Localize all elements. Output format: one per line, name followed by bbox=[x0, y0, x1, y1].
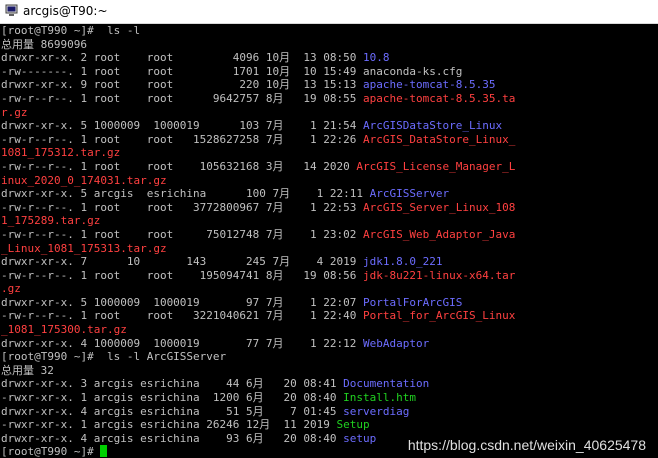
terminal-text-segment: drwxr-xr-x. 4 arcgis esrichina 51 5月 7 0… bbox=[1, 404, 344, 418]
terminal-text-segment: Documentation bbox=[343, 377, 430, 391]
terminal-text-segment: ArcGIS_Web_Adaptor_Java bbox=[363, 227, 516, 241]
terminal-text-segment: _Linux_1081_175313.tar.gz bbox=[1, 241, 167, 255]
terminal-text-segment: setup bbox=[343, 431, 377, 445]
terminal-text-segment: -rw-r--r--. 1 root root 105632168 3月 14 … bbox=[1, 159, 357, 173]
terminal-line: 1_175289.tar.gz bbox=[1, 214, 515, 228]
terminal-text-segment: inux_2020_0_174031.tar.gz bbox=[1, 173, 167, 187]
terminal-text-segment: .gz bbox=[1, 282, 21, 296]
terminal-line: -rw-r--r--. 1 root root 75012748 7月 1 23… bbox=[1, 228, 515, 242]
terminal-text-segment: ArcGISDataStore_Linux bbox=[363, 119, 503, 133]
terminal-line: -rw-r--r--. 1 root root 105632168 3月 14 … bbox=[1, 160, 515, 174]
terminal-text-segment: _1081_175300.tar.gz bbox=[1, 323, 127, 337]
terminal-line: r.gz bbox=[1, 106, 515, 120]
terminal-text-segment: apache-tomcat-8.5.35.ta bbox=[363, 91, 516, 105]
terminal-line: drwxr-xr-x. 9 root root 220 10月 13 15:13… bbox=[1, 78, 515, 92]
terminal-line: 1081_175312.tar.gz bbox=[1, 146, 515, 160]
terminal-line: drwxr-xr-x. 7 10 143 245 7月 4 2019 jdk1.… bbox=[1, 255, 515, 269]
terminal-line: drwxr-xr-x. 3 arcgis esrichina 44 6月 20 … bbox=[1, 377, 515, 391]
terminal-text-segment: -rw-r--r--. 1 root root 9642757 8月 19 08… bbox=[1, 91, 363, 105]
window-title: arcgis@T90:~ bbox=[23, 4, 108, 18]
terminal-text-segment: drwxr-xr-x. 5 1000009 1000019 97 7月 1 22… bbox=[1, 295, 363, 309]
terminal-line: drwxr-xr-x. 5 arcgis esrichina 100 7月 1 … bbox=[1, 187, 515, 201]
terminal-text-segment: 1081_175312.tar.gz bbox=[1, 146, 121, 160]
terminal-text-segment: WebAdaptor bbox=[363, 336, 430, 350]
terminal-cursor bbox=[100, 445, 108, 458]
terminal-text-segment: Portal_for_ArcGIS_Linux bbox=[363, 309, 516, 323]
terminal-text-segment: -rwxr-xr-x. 1 arcgis esrichina 1200 6月 2… bbox=[1, 391, 344, 405]
terminal-text-segment: drwxr-xr-x. 4 arcgis esrichina 93 6月 20 … bbox=[1, 431, 344, 445]
terminal-text-segment: drwxr-xr-x. 9 root root 220 10月 13 15:13 bbox=[1, 78, 363, 92]
terminal-line: -rw-r--r--. 1 root root 3772800967 7月 1 … bbox=[1, 201, 515, 215]
terminal-line: drwxr-xr-x. 2 root root 4096 10月 13 08:5… bbox=[1, 51, 515, 65]
terminal-line: -rwxr-xr-x. 1 arcgis esrichina 1200 6月 2… bbox=[1, 391, 515, 405]
terminal-text-segment: Setup bbox=[336, 418, 370, 432]
terminal-text-segment: PortalForArcGIS bbox=[363, 295, 463, 309]
terminal-line: drwxr-xr-x. 4 arcgis esrichina 51 5月 7 0… bbox=[1, 405, 515, 419]
terminal-text-segment: [root@T990 ~]# ls -l bbox=[1, 24, 141, 37]
window-titlebar: arcgis@T90:~ bbox=[0, 0, 658, 24]
terminal-line: _1081_175300.tar.gz bbox=[1, 323, 515, 337]
terminal-text-segment: -rw-------. 1 root root 1701 10月 10 15:4… bbox=[1, 64, 463, 78]
terminal-screen[interactable]: [root@T990 ~]# ls -l 总用量 8699096 drwxr-xr-… bbox=[0, 24, 658, 458]
terminal-line: [root@T990 ~]# ls -l ArcGISServer bbox=[1, 350, 515, 364]
terminal-line: -rw-r--r--. 1 root root 1528627258 7月 1 … bbox=[1, 133, 515, 147]
terminal-text-segment: drwxr-xr-x. 3 arcgis esrichina 44 6月 20 … bbox=[1, 377, 344, 391]
terminal-line: [root@T990 ~]# ls -l bbox=[1, 24, 515, 38]
terminal-text-segment: jdk-8u221-linux-x64.tar bbox=[363, 268, 516, 282]
terminal-text-segment: -rwxr-xr-x. 1 arcgis esrichina 26246 12月… bbox=[1, 418, 337, 432]
terminal-text-segment: 总用量 8699096 bbox=[1, 37, 87, 51]
terminal-line: 总用量 8699096 bbox=[1, 38, 515, 52]
terminal-text-segment: ArcGISServer bbox=[369, 187, 450, 201]
terminal-line: -rw-r--r--. 1 root root 9642757 8月 19 08… bbox=[1, 92, 515, 106]
terminal-text-segment: 1_175289.tar.gz bbox=[1, 214, 101, 228]
terminal-text-segment: jdk1.8.0_221 bbox=[363, 255, 443, 269]
terminal-line: -rw-------. 1 root root 1701 10月 10 15:4… bbox=[1, 65, 515, 79]
terminal-output: [root@T990 ~]# ls -l 总用量 8699096 drwxr-xr-… bbox=[1, 24, 515, 458]
terminal-text-segment: drwxr-xr-x. 4 1000009 1000019 77 7月 1 22… bbox=[1, 336, 363, 350]
watermark-text: https://blog.csdn.net/weixin_40625478 bbox=[407, 437, 646, 453]
terminal-text-segment: 总用量 32 bbox=[1, 363, 54, 377]
terminal-text-segment: -rw-r--r--. 1 root root 1528627258 7月 1 … bbox=[1, 132, 363, 146]
terminal-text-segment: apache-tomcat-8.5.35 bbox=[363, 78, 496, 92]
terminal-text-segment: -rw-r--r--. 1 root root 75012748 7月 1 23… bbox=[1, 227, 363, 241]
terminal-text-segment: -rw-r--r--. 1 root root 3772800967 7月 1 … bbox=[1, 200, 363, 214]
terminal-text-segment: 10.8 bbox=[363, 51, 390, 65]
terminal-text-segment: drwxr-xr-x. 5 1000009 1000019 103 7月 1 2… bbox=[1, 119, 363, 133]
terminal-text-segment: r.gz bbox=[1, 105, 28, 119]
terminal-text-segment: drwxr-xr-x. 2 root root 4096 10月 13 08:5… bbox=[1, 51, 363, 65]
terminal-line: -rwxr-xr-x. 1 arcgis esrichina 26246 12月… bbox=[1, 418, 515, 432]
terminal-text-segment: serverdiag bbox=[343, 404, 410, 418]
terminal-text-segment: ArcGIS_License_Manager_L bbox=[356, 159, 516, 173]
terminal-text-segment: [root@T990 ~]# bbox=[1, 445, 101, 458]
terminal-text-segment: drwxr-xr-x. 5 arcgis esrichina 100 7月 1 … bbox=[1, 187, 370, 201]
terminal-line: -rw-r--r--. 1 root root 195094741 8月 19 … bbox=[1, 269, 515, 283]
terminal-line: drwxr-xr-x. 5 1000009 1000019 103 7月 1 2… bbox=[1, 119, 515, 133]
terminal-text-segment: ArcGIS_Server_Linux_108 bbox=[363, 200, 516, 214]
terminal-line: -rw-r--r--. 1 root root 3221040621 7月 1 … bbox=[1, 309, 515, 323]
terminal-line: 总用量 32 bbox=[1, 364, 515, 378]
putty-terminal-icon bbox=[5, 4, 18, 16]
terminal-text-segment: ArcGIS_DataStore_Linux_ bbox=[363, 132, 516, 146]
terminal-text-segment: Install.htm bbox=[343, 391, 416, 405]
terminal-text-segment: [root@T990 ~]# ls -l ArcGISServer bbox=[1, 350, 227, 364]
terminal-text-segment: -rw-r--r--. 1 root root 3221040621 7月 1 … bbox=[1, 309, 363, 323]
terminal-line: inux_2020_0_174031.tar.gz bbox=[1, 174, 515, 188]
terminal-line: .gz bbox=[1, 282, 515, 296]
terminal-line: _Linux_1081_175313.tar.gz bbox=[1, 242, 515, 256]
terminal-text-segment: -rw-r--r--. 1 root root 195094741 8月 19 … bbox=[1, 268, 363, 282]
terminal-line: drwxr-xr-x. 5 1000009 1000019 97 7月 1 22… bbox=[1, 296, 515, 310]
terminal-text-segment: drwxr-xr-x. 7 10 143 245 7月 4 2019 bbox=[1, 255, 363, 269]
terminal-line: drwxr-xr-x. 4 1000009 1000019 77 7月 1 22… bbox=[1, 337, 515, 351]
